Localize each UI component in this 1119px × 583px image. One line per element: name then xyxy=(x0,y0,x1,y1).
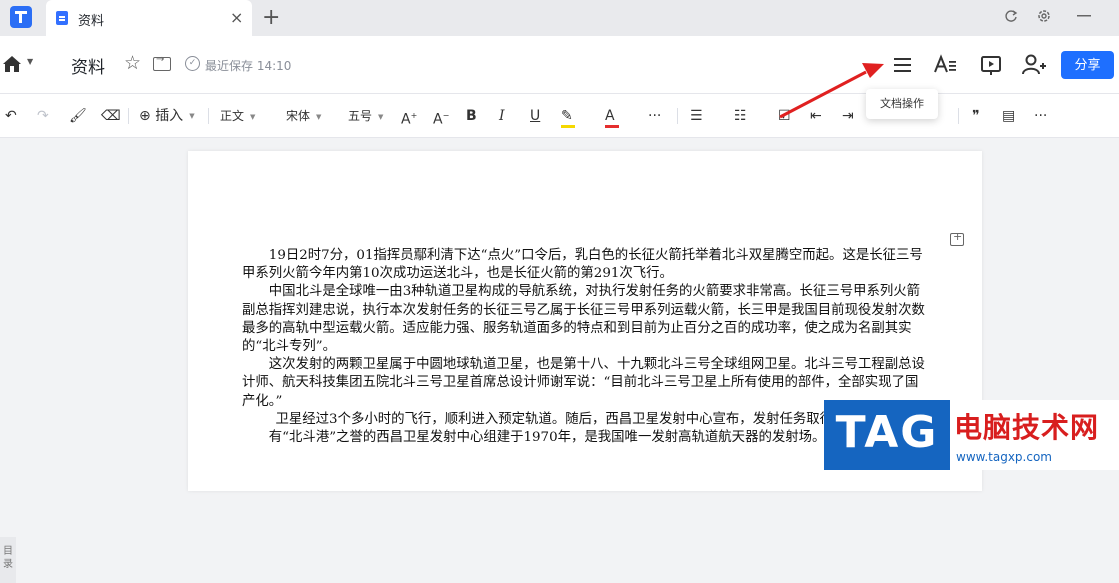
close-tab-icon[interactable]: × xyxy=(230,8,243,27)
share-button[interactable]: 分享 xyxy=(1061,51,1114,79)
watermark-url: www.tagxp.com xyxy=(956,450,1052,464)
app-logo-icon[interactable] xyxy=(10,6,32,28)
font-size-select[interactable]: 五号 ▼ xyxy=(348,103,383,129)
saved-check-icon: ✓ xyxy=(185,56,200,71)
underline-button[interactable]: U xyxy=(530,103,540,129)
document-menu-icon[interactable] xyxy=(887,50,917,80)
chevron-down-icon[interactable]: ▼ xyxy=(27,57,33,66)
quote-icon[interactable]: ❞ xyxy=(972,103,980,129)
chevron-down-icon: ▼ xyxy=(250,112,256,121)
font-size-label: 五号 xyxy=(348,109,373,123)
tooltip-document-actions: 文档操作 xyxy=(866,89,938,119)
italic-button[interactable]: I xyxy=(499,103,505,129)
increase-font-icon[interactable]: A+ xyxy=(401,103,417,129)
document-icon xyxy=(56,11,68,25)
font-family-label: 宋体 xyxy=(286,109,311,123)
home-icon[interactable] xyxy=(2,55,22,73)
format-painter-icon[interactable]: 🖌 xyxy=(69,103,87,129)
bullet-list-icon[interactable]: ☰ xyxy=(690,103,703,129)
watermark-text-block: 电脑技术网 www.tagxp.com xyxy=(950,400,1119,470)
indent-icon[interactable]: ⇥ xyxy=(842,103,854,129)
save-status: 最近保存 14:10 xyxy=(205,59,292,73)
numbered-list-icon[interactable]: ☷ xyxy=(734,103,747,129)
divider xyxy=(677,108,678,124)
tab-document[interactable]: 资料 × xyxy=(46,0,252,36)
highlight-icon[interactable]: ✎ xyxy=(561,103,575,129)
tab-bar: 资料 × + xyxy=(0,0,1119,36)
paragraph: 中国北斗是全球唯一由3种轨道卫星构成的导航系统，对执行发射任务的火箭要求非常高。… xyxy=(242,284,925,355)
document-header: ▼ 资料 ☆ ✓ 最近保存 14:10 分享 xyxy=(0,36,1119,94)
gear-icon[interactable] xyxy=(1036,8,1052,24)
watermark-logo: TAG 电脑技术网 www.tagxp.com xyxy=(824,400,1119,470)
paragraph: 19日2时7分，01指挥员鄢利清下达“点火”口令后，乳白色的长征火箭托举着北斗双… xyxy=(242,248,923,282)
watermark-title: 电脑技术网 xyxy=(954,411,1100,444)
font-color-swatch xyxy=(605,125,619,128)
watermark-tag: TAG xyxy=(824,400,950,470)
chevron-down-icon: ▼ xyxy=(189,112,195,120)
formatting-toolbar: ↶ ↷ 🖌 ⌫ ⊕ 插入 ▼ 正文 ▼ 宋体 ▼ 五号 ▼ A+ A− B I U ✎ … xyxy=(0,94,1119,138)
outline-toggle[interactable]: 目录 xyxy=(0,537,16,583)
add-comment-icon[interactable] xyxy=(950,230,964,246)
redo-icon[interactable]: ↷ xyxy=(37,103,49,129)
move-to-folder-icon[interactable] xyxy=(153,54,171,71)
layout-icon[interactable]: ▤ xyxy=(1002,103,1015,129)
checkbox-list-icon[interactable]: ☑ xyxy=(778,103,791,129)
star-icon[interactable]: ☆ xyxy=(124,52,141,74)
minimize-icon[interactable] xyxy=(1077,14,1091,18)
tab-title: 资料 xyxy=(78,14,105,29)
add-collaborator-icon[interactable] xyxy=(1018,50,1048,80)
insert-label: 插入 xyxy=(155,108,184,124)
insert-button[interactable]: ⊕ 插入 ▼ xyxy=(139,103,195,129)
new-tab-icon[interactable]: + xyxy=(262,5,280,30)
sync-icon[interactable] xyxy=(1004,9,1018,23)
document-title[interactable]: 资料 xyxy=(71,53,105,78)
font-settings-icon[interactable] xyxy=(930,50,960,80)
divider xyxy=(128,108,129,124)
decrease-font-icon[interactable]: A− xyxy=(433,103,449,129)
chevron-down-icon: ▼ xyxy=(378,112,384,121)
paragraph-style-label: 正文 xyxy=(220,109,245,123)
paragraph-style-select[interactable]: 正文 ▼ xyxy=(220,103,255,129)
bold-button[interactable]: B xyxy=(466,103,477,129)
undo-icon[interactable]: ↶ xyxy=(5,103,17,129)
divider xyxy=(208,108,209,124)
outdent-icon[interactable]: ⇤ xyxy=(810,103,822,129)
plus-circle-icon: ⊕ xyxy=(139,108,151,124)
more-formats-button[interactable]: ··· xyxy=(648,103,661,129)
highlight-color-swatch xyxy=(561,125,575,128)
more-tools-button[interactable]: ··· xyxy=(1034,103,1047,129)
clear-format-icon[interactable]: ⌫ xyxy=(101,103,121,129)
chevron-down-icon: ▼ xyxy=(316,112,322,121)
divider xyxy=(958,108,959,124)
font-family-select[interactable]: 宋体 ▼ xyxy=(286,103,321,129)
present-icon[interactable] xyxy=(976,50,1006,80)
font-color-icon[interactable]: A xyxy=(605,103,619,129)
